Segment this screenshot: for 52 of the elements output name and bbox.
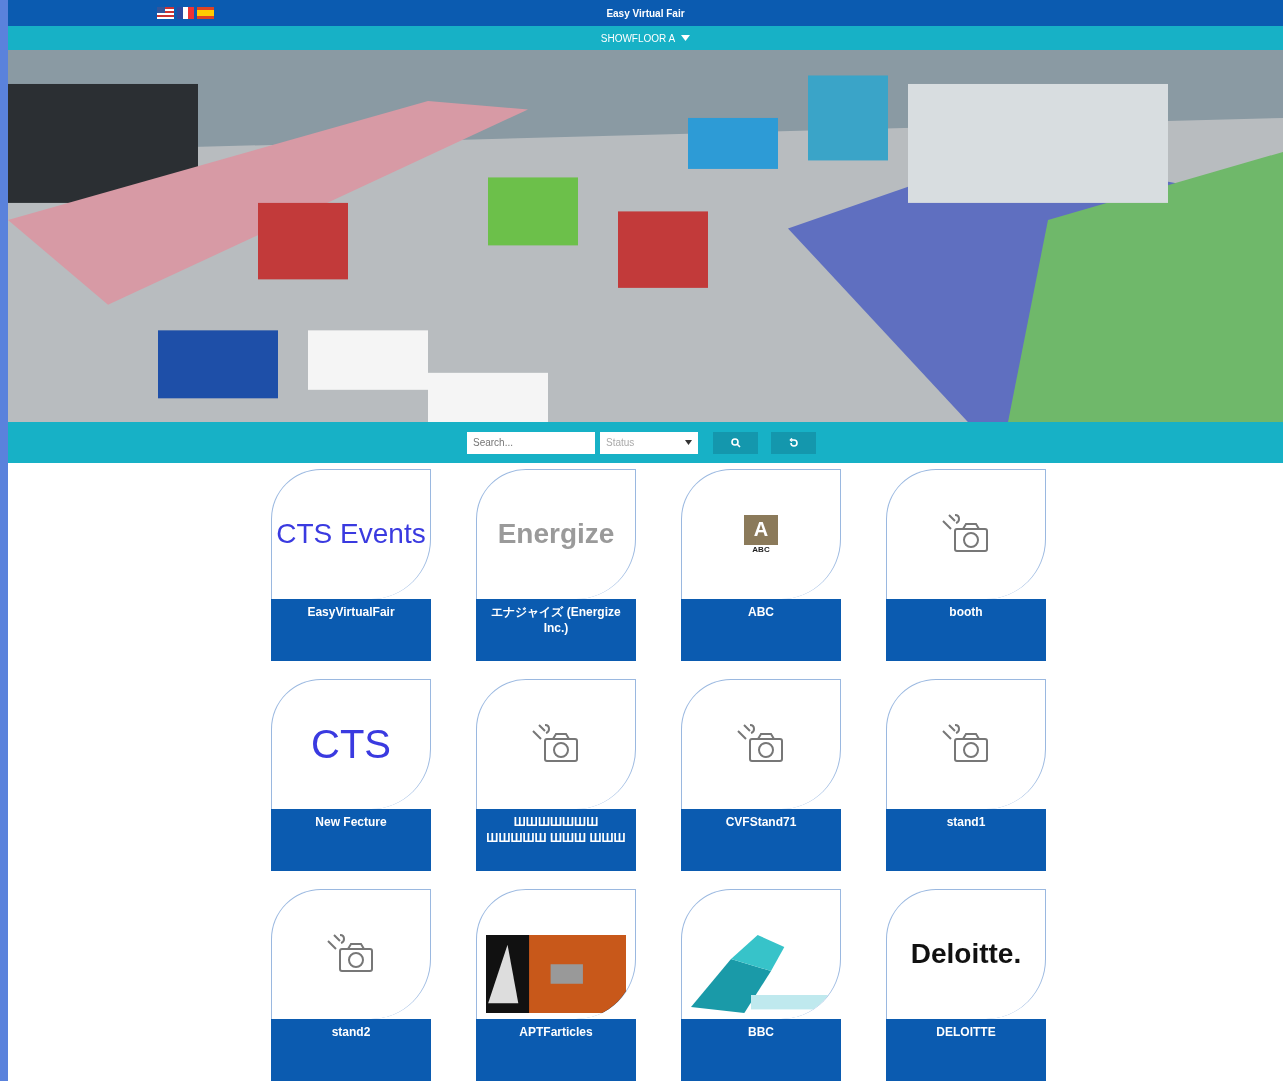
booth-name-bar[interactable]: CVFStand71 <box>681 809 841 871</box>
caret-icon <box>685 440 692 446</box>
booth-name: New Fecture <box>315 815 387 831</box>
booth-name: エナジャイズ (Energize Inc.) <box>490 605 622 637</box>
booth-name-bar[interactable]: New Fecture <box>271 809 431 871</box>
booth-thumbnail[interactable] <box>476 679 636 809</box>
search-icon <box>730 437 741 448</box>
booth-thumbnail[interactable]: Deloitte. <box>886 889 1046 1019</box>
booth-name-bar[interactable]: APTFarticles <box>476 1019 636 1081</box>
logo-caption: ABC <box>752 545 770 554</box>
logo-text: CTS <box>311 722 391 767</box>
booth-name-bar[interactable]: ABC <box>681 599 841 661</box>
booth-name: EasyVirtualFair <box>307 605 395 621</box>
booth-name: CVFStand71 <box>725 815 797 831</box>
caret-icon <box>681 35 691 42</box>
reset-button[interactable] <box>771 431 816 454</box>
booth-name: APTFarticles <box>519 1025 593 1041</box>
booth-name-bar[interactable]: BBC <box>681 1019 841 1081</box>
logo-text: CTS Events <box>276 518 426 551</box>
booth-thumbnail[interactable] <box>886 679 1046 809</box>
booth-name: stand2 <box>331 1025 371 1041</box>
booth-name: booth <box>949 605 983 621</box>
booth-name: DELOITTE <box>936 1025 996 1041</box>
search-button[interactable] <box>713 431 758 454</box>
reset-icon <box>788 437 799 448</box>
logo-badge: A <box>744 515 778 545</box>
spanish-flag-icon[interactable] <box>197 7 214 20</box>
booth-name: ABC <box>748 605 774 621</box>
booth-name-bar[interactable]: booth <box>886 599 1046 661</box>
booth-thumbnail[interactable]: CTS <box>271 679 431 809</box>
us-flag-icon[interactable] <box>157 7 174 20</box>
booth-name-bar[interactable]: エナジャイズ (Energize Inc.) <box>476 599 636 661</box>
booth-name-bar[interactable]: stand2 <box>271 1019 431 1081</box>
booth-name-bar[interactable]: DELOITTE <box>886 1019 1046 1081</box>
booth-thumbnail[interactable]: A ABC <box>681 469 841 599</box>
booth-thumbnail[interactable] <box>681 679 841 809</box>
booth-name: ШШШШШШШ ШШШШШ ШШШ ШШШ <box>485 815 627 847</box>
booth-name-bar[interactable]: stand1 <box>886 809 1046 871</box>
booth-name: BBC <box>748 1025 774 1041</box>
site-title: Easy Virtual Fair <box>606 7 685 19</box>
booth-thumbnail[interactable]: CTS Events <box>271 469 431 599</box>
booth-thumbnail[interactable] <box>476 889 636 1019</box>
booth-thumbnail[interactable] <box>681 889 841 1019</box>
booth-name-bar[interactable]: ШШШШШШШ ШШШШШ ШШШ ШШШ <box>476 809 636 871</box>
logo-text: Deloitte. <box>910 938 1022 971</box>
booth-thumbnail[interactable] <box>271 889 431 1019</box>
booth-name-bar[interactable]: EasyVirtualFair <box>271 599 431 661</box>
french-flag-icon[interactable] <box>177 7 194 20</box>
booth-thumbnail[interactable] <box>886 469 1046 599</box>
logo-text: Energize <box>497 518 615 551</box>
search-field[interactable]: Search... <box>467 431 595 454</box>
booth-name: stand1 <box>946 815 986 831</box>
